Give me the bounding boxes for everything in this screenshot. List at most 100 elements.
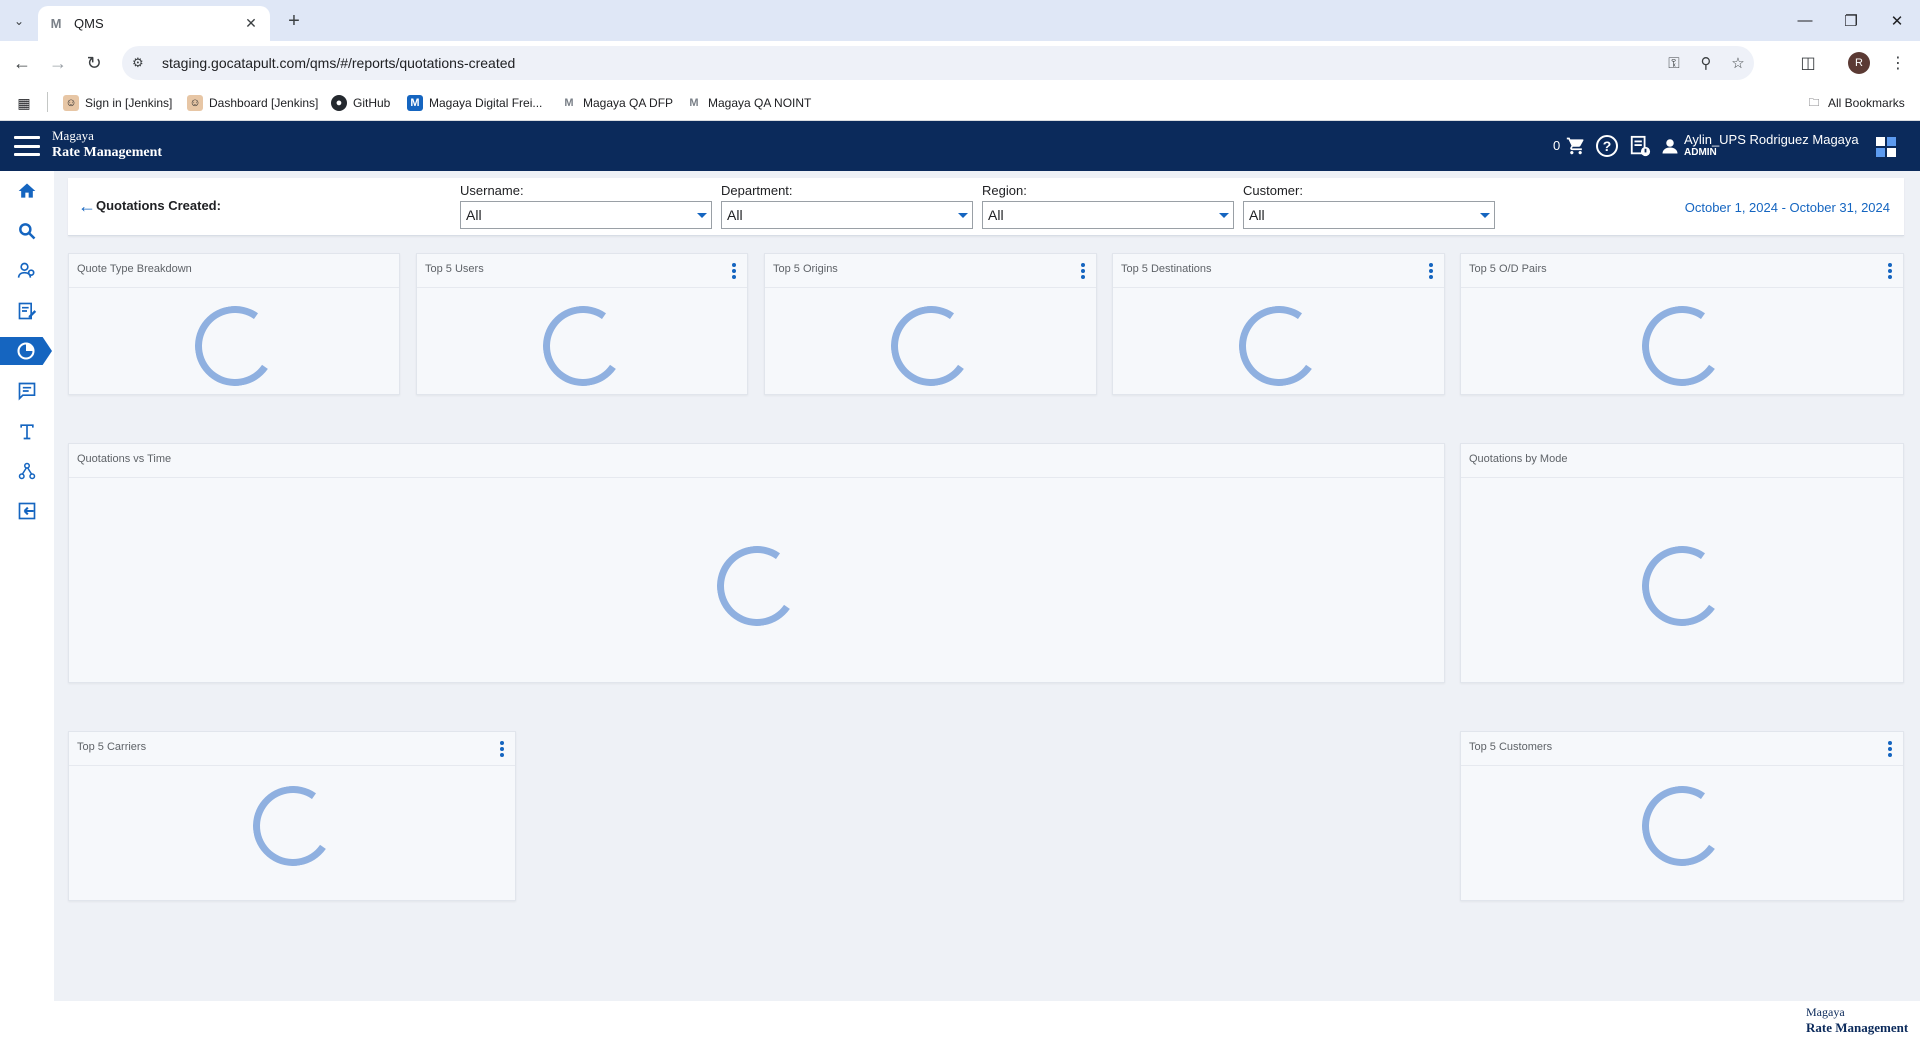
- bookmark-magaya-digital[interactable]: M Magaya Digital Frei...: [407, 93, 542, 113]
- card-title: Quotations vs Time: [77, 453, 172, 465]
- bookmark-jenkins-signin[interactable]: ☺ Sign in [Jenkins]: [63, 93, 172, 113]
- sidebar-item-search[interactable]: [0, 217, 54, 245]
- sidebar-item-quotes[interactable]: [0, 297, 54, 325]
- hamburger-menu-icon[interactable]: [14, 136, 40, 156]
- department-value: All: [727, 207, 743, 223]
- region-label: Region:: [982, 183, 1027, 198]
- region-value: All: [988, 207, 1004, 223]
- chevron-down-icon: [1480, 213, 1490, 218]
- cart-icon[interactable]: [1562, 132, 1590, 160]
- forward-icon[interactable]: →: [44, 49, 72, 77]
- browser-tab[interactable]: M QMS ✕: [38, 6, 270, 41]
- loading-spinner-icon: [1232, 299, 1326, 393]
- more-vert-icon[interactable]: [731, 263, 737, 279]
- department-select[interactable]: All: [721, 201, 973, 229]
- quote-type-card: Quote Type Breakdown: [68, 253, 400, 395]
- sidebar-item-home[interactable]: [0, 177, 54, 205]
- more-vert-icon[interactable]: [1887, 263, 1893, 279]
- bookmark-magaya-qa-dfp[interactable]: M Magaya QA DFP: [561, 93, 673, 113]
- loading-spinner-icon: [1635, 779, 1729, 873]
- report-alert-icon[interactable]: [1626, 132, 1654, 160]
- bookmark-label: Magaya QA DFP: [583, 96, 674, 110]
- browser-menu-icon[interactable]: ⋮: [1884, 49, 1912, 77]
- new-tab-button[interactable]: +: [281, 8, 307, 34]
- profile-avatar[interactable]: R: [1848, 52, 1870, 74]
- loading-spinner-icon: [884, 299, 978, 393]
- back-arrow-icon[interactable]: ←: [78, 196, 96, 217]
- bookmark-star-icon[interactable]: ☆: [1722, 54, 1754, 72]
- more-vert-icon[interactable]: [1887, 741, 1893, 757]
- site-info-icon[interactable]: ⚙: [132, 55, 152, 71]
- username-value: All: [466, 207, 482, 223]
- quotations-by-mode-card: Quotations by Mode: [1460, 443, 1904, 683]
- card-title: Top 5 Users: [425, 263, 484, 275]
- more-vert-icon[interactable]: [499, 741, 505, 757]
- loading-spinner-icon: [246, 779, 340, 873]
- bookmark-label: Sign in [Jenkins]: [85, 96, 173, 110]
- tab-close-icon[interactable]: ✕: [242, 15, 260, 32]
- zoom-icon[interactable]: ⚲: [1690, 54, 1722, 72]
- card-title: Top 5 O/D Pairs: [1469, 263, 1547, 275]
- restore-icon[interactable]: ❐: [1828, 0, 1874, 41]
- top-origins-card: Top 5 Origins: [764, 253, 1097, 395]
- folder-icon: 🗀: [1808, 96, 1820, 109]
- network-icon: [18, 462, 36, 480]
- sidebar-item-reports[interactable]: [0, 337, 52, 365]
- address-bar[interactable]: ⚙ staging.gocatapult.com/qms/#/reports/q…: [122, 46, 1754, 80]
- github-icon: ●: [331, 95, 347, 111]
- bookmark-jenkins-dashboard[interactable]: ☺ Dashboard [Jenkins]: [187, 93, 318, 113]
- dashboard-grid-icon[interactable]: [1876, 137, 1896, 157]
- user-block[interactable]: Aylin_UPS Rodriguez Magaya ADMIN: [1684, 133, 1859, 159]
- extensions-icon[interactable]: ◫: [1794, 49, 1822, 77]
- more-vert-icon[interactable]: [1080, 263, 1086, 279]
- apps-grid-icon[interactable]: ▦: [16, 93, 38, 113]
- username-label: Username:: [460, 183, 524, 198]
- password-key-icon[interactable]: ⚿: [1658, 55, 1690, 72]
- pie-chart-icon: [17, 342, 35, 360]
- card-divider: [1113, 287, 1444, 288]
- loading-spinner-icon: [188, 299, 282, 393]
- filter-bar: ← Quotations Created: Username: All Depa…: [68, 178, 1904, 236]
- more-vert-icon[interactable]: [1428, 263, 1434, 279]
- date-range-picker[interactable]: October 1, 2024 - October 31, 2024: [1685, 200, 1890, 215]
- tab-search-chevron-icon[interactable]: ⌄: [7, 9, 31, 33]
- user-icon[interactable]: [1656, 132, 1684, 160]
- bookmark-github[interactable]: ● GitHub: [331, 93, 390, 113]
- card-title: Quote Type Breakdown: [77, 263, 192, 275]
- text-icon: [20, 424, 34, 440]
- bookmark-label: Magaya QA NOINT: [708, 96, 812, 110]
- jenkins-icon: ☺: [63, 95, 79, 111]
- top-users-card: Top 5 Users: [416, 253, 748, 395]
- brand-line2: Rate Management: [52, 145, 163, 160]
- customer-select[interactable]: All: [1243, 201, 1495, 229]
- back-icon[interactable]: ←: [8, 49, 36, 77]
- region-select[interactable]: All: [982, 201, 1234, 229]
- card-title: Top 5 Origins: [773, 263, 838, 275]
- sidebar-item-import[interactable]: [0, 497, 54, 525]
- chat-icon: [18, 382, 36, 401]
- sidebar-item-users[interactable]: [0, 257, 54, 285]
- sidebar-item-network[interactable]: [0, 457, 54, 485]
- app-brand[interactable]: Magaya Rate Management: [52, 127, 162, 161]
- tab-title: QMS: [74, 16, 104, 31]
- department-label: Department:: [721, 183, 793, 198]
- sidebar-item-templates[interactable]: [0, 417, 54, 445]
- sidebar-item-messages[interactable]: [0, 377, 54, 405]
- top-carriers-card: Top 5 Carriers: [68, 731, 516, 901]
- username-filter: Username: All: [460, 183, 712, 229]
- bookmark-magaya-qa-noint[interactable]: M Magaya QA NOINT: [686, 93, 811, 113]
- window-close-icon[interactable]: ✕: [1874, 0, 1920, 41]
- reload-icon[interactable]: ↻: [80, 49, 108, 77]
- magaya-icon: M: [564, 97, 574, 109]
- help-icon[interactable]: ?: [1593, 132, 1621, 160]
- all-bookmarks[interactable]: 🗀 All Bookmarks: [1806, 93, 1905, 113]
- username-select[interactable]: All: [460, 201, 712, 229]
- footer-brand-line2: Rate Management: [1806, 1020, 1909, 1035]
- loading-spinner-icon: [1635, 299, 1729, 393]
- card-divider: [69, 765, 515, 766]
- page-title: Quotations Created:: [96, 198, 221, 213]
- customer-filter: Customer: All: [1243, 183, 1495, 229]
- minimize-icon[interactable]: —: [1782, 0, 1828, 41]
- top-od-pairs-card: Top 5 O/D Pairs: [1460, 253, 1904, 395]
- url-text[interactable]: staging.gocatapult.com/qms/#/reports/quo…: [162, 55, 1658, 71]
